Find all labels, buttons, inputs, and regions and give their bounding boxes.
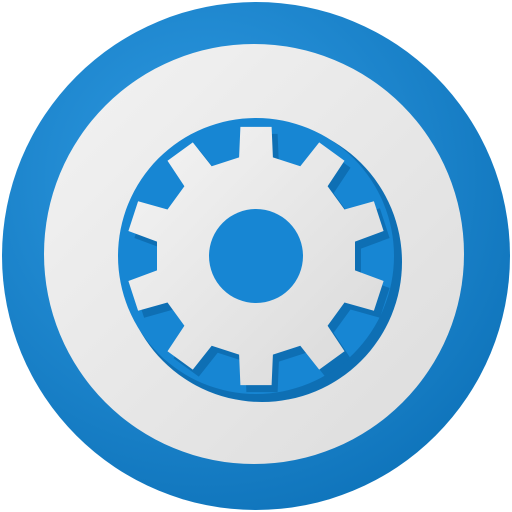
app-icon [0,0,512,512]
gear-hub [209,209,303,303]
gear-icon [2,2,510,510]
